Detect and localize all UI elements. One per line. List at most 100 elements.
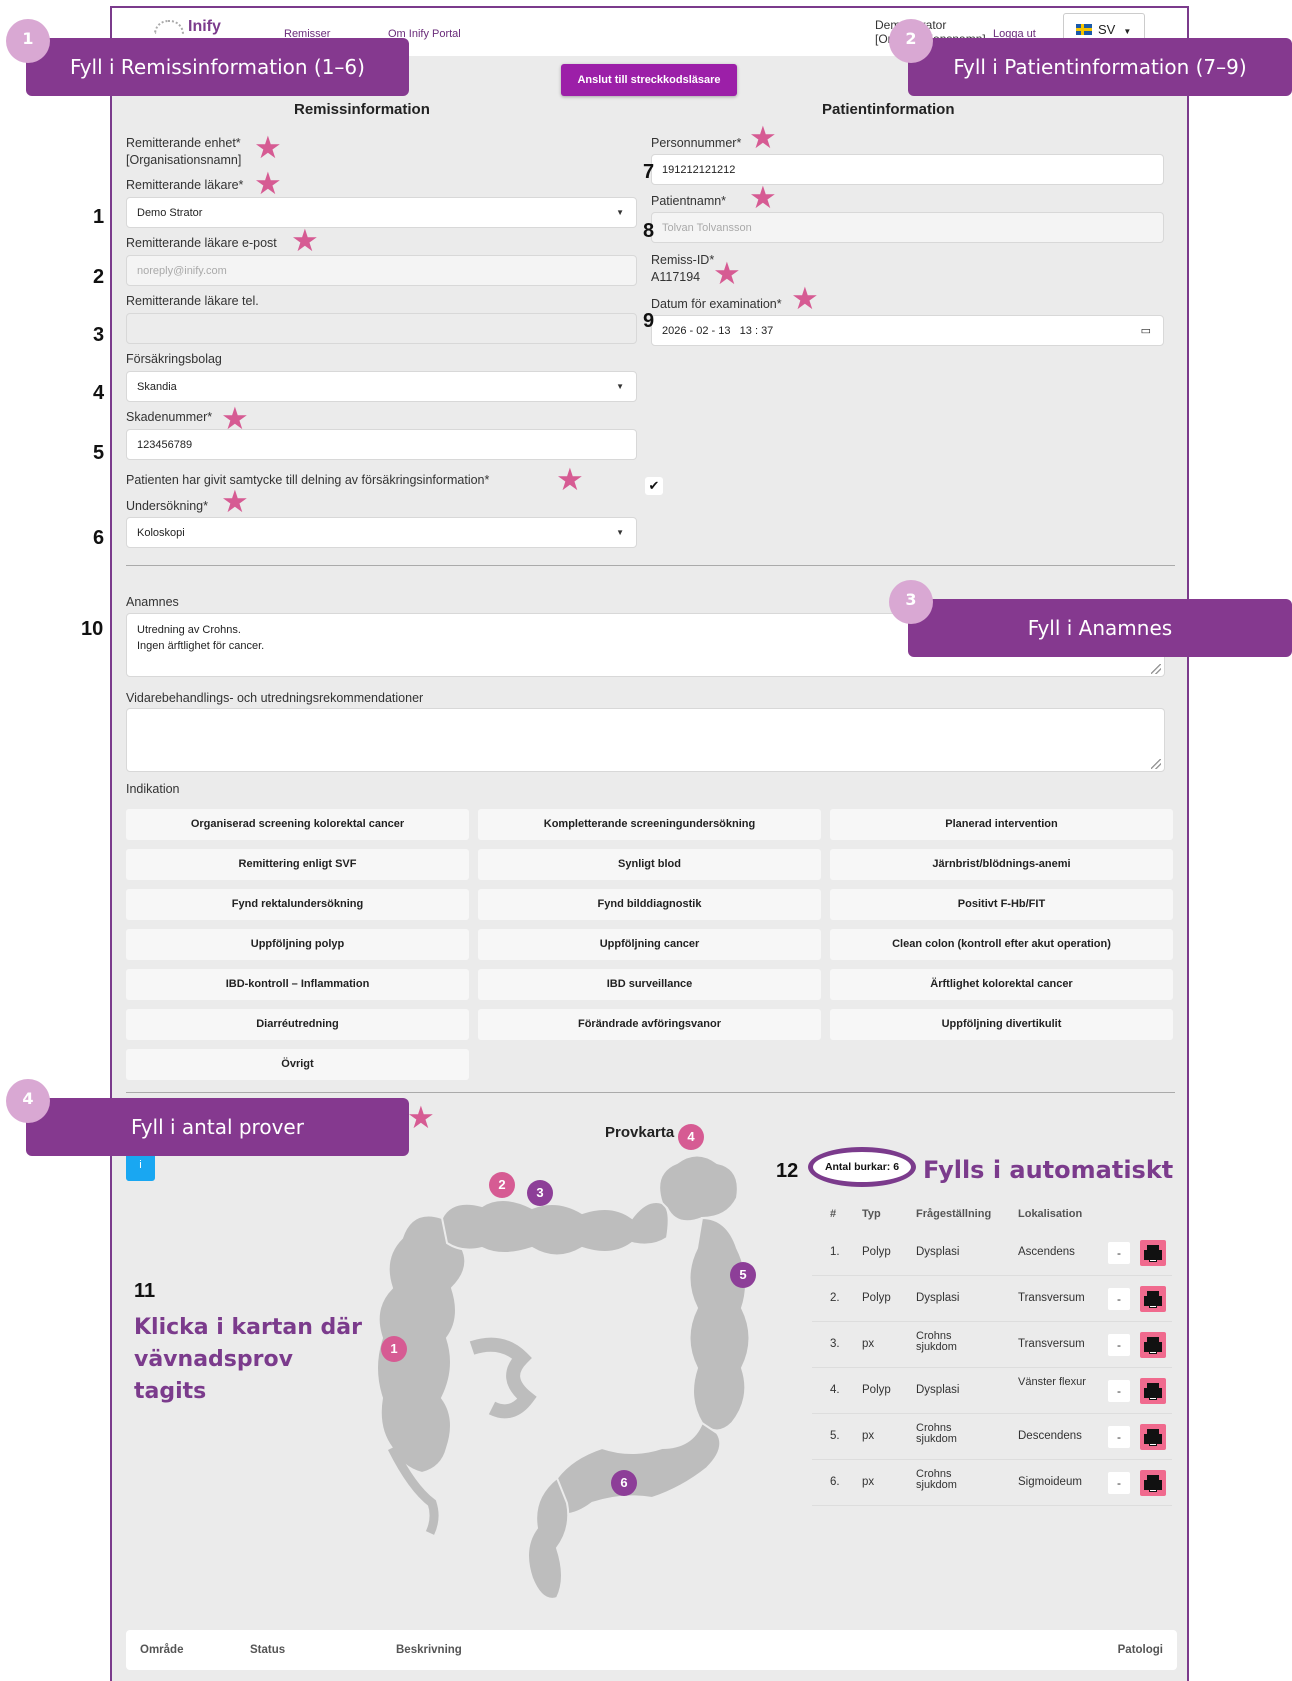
remiss-id-label: Remiss-ID* [651,253,715,267]
remove-sample-button[interactable]: - [1108,1380,1130,1402]
bottom-table-header: Område Status Beskrivning Patologi [126,1630,1177,1670]
indikation-option[interactable]: Synligt blod [478,849,821,880]
sample-marker-2[interactable]: 2 [489,1172,515,1198]
sample-marker-4[interactable]: 4 [678,1124,704,1150]
table-row: 6. px Crohns sjukdom Sigmoideum - [812,1460,1172,1506]
indikation-option[interactable]: Uppföljning divertikulit [830,1009,1173,1040]
row-typ: Polyp [862,1292,891,1304]
email-field[interactable]: noreply@inify.com [126,255,637,286]
doctor-select[interactable]: Demo Strator ▼ [126,197,637,228]
row-number: 3. [830,1338,840,1350]
print-icon[interactable] [1140,1240,1166,1266]
claim-label: Skadenummer* [126,410,213,424]
row-number: 5. [830,1430,840,1442]
colon-map[interactable] [372,1148,782,1618]
callout-1: Fyll i Remissinformation (1–6) [26,38,409,96]
claim-field[interactable]: 123456789 [126,429,637,460]
annotation-12: 12 [776,1160,799,1182]
indikation-option[interactable]: Uppföljning polyp [126,929,469,960]
row-number: 1. [830,1246,840,1258]
antal-burkar-badge: Antal burkar: 6 [808,1147,916,1187]
table-row: 3. px Crohns sjukdom Transversum - [812,1322,1172,1368]
required-star-icon: ★ [791,281,819,316]
remove-sample-button[interactable]: - [1108,1242,1130,1264]
field-number-10: 10 [81,618,104,640]
remiss-id-value: A117194 [651,270,701,284]
inify-logo[interactable]: Inify [154,18,221,36]
indikation-option[interactable]: Ärftlighet kolorektal cancer [830,969,1173,1000]
field-number-9: 9 [643,310,655,332]
phone-label: Remitterande läkare tel. [126,294,259,308]
row-lokalisation: Descendens [1018,1430,1082,1442]
remove-sample-button[interactable]: - [1108,1334,1130,1356]
connect-scanner-button[interactable]: Anslut till streckkodsläsare [561,64,737,96]
row-lokalisation: Sigmoideum [1018,1476,1082,1488]
resize-grip-icon[interactable] [1151,664,1161,674]
sample-marker-5[interactable]: 5 [730,1262,756,1288]
remove-sample-button[interactable]: - [1108,1426,1130,1448]
field-number-5: 5 [93,442,105,464]
remove-sample-button[interactable]: - [1108,1288,1130,1310]
patient-name-field[interactable]: Tolvan Tolvansson [651,212,1164,243]
required-star-icon: ★ [713,256,741,291]
field-number-6: 6 [93,527,105,549]
calendar-icon[interactable]: ▭ [1141,324,1151,337]
resize-grip-icon[interactable] [1151,759,1161,769]
required-star-icon: ★ [254,130,282,165]
row-typ: Polyp [862,1384,891,1396]
indikation-option[interactable]: IBD-kontroll – Inflammation [126,969,469,1000]
print-icon[interactable] [1140,1286,1166,1312]
recommendation-textarea[interactable] [126,708,1165,772]
print-icon[interactable] [1140,1424,1166,1450]
row-fragestallning: Dysplasi [916,1246,960,1258]
row-fragestallning: Crohns sjukdom [916,1468,957,1491]
indikation-option[interactable]: Diarréutredning [126,1009,469,1040]
patient-title: Patientinformation [822,101,955,118]
indikation-option[interactable]: Clean colon (kontroll efter akut operati… [830,929,1173,960]
sample-marker-1[interactable]: 1 [381,1336,407,1362]
doctor-label: Remitterande läkare* [126,178,244,192]
pnr-field[interactable]: 191212121212 [651,154,1164,185]
insurer-select[interactable]: Skandia ▼ [126,371,637,402]
indikation-option[interactable]: Järnbrist/blödnings-anemi [830,849,1173,880]
sample-marker-3[interactable]: 3 [527,1180,553,1206]
field-number-3: 3 [93,324,105,346]
consent-checkbox[interactable]: ✔ [645,477,663,495]
app-window: Inify Remisser Om Inify Portal Demo Stra… [110,6,1189,1681]
sample-marker-6[interactable]: 6 [611,1470,637,1496]
print-icon[interactable] [1140,1332,1166,1358]
indikation-option[interactable]: Positivt F-Hb/FIT [830,889,1173,920]
indikation-option[interactable]: Planerad intervention [830,809,1173,840]
indikation-option[interactable]: Kompletterande screeningundersökning [478,809,821,840]
pnr-label: Personnummer* [651,136,742,150]
insurer-label: Försäkringsbolag [126,352,222,366]
required-star-icon: ★ [221,401,249,436]
required-star-icon: ★ [291,223,319,258]
row-typ: Polyp [862,1246,891,1258]
table-row: 4. Polyp Dysplasi Vänster flexur - [812,1368,1172,1414]
indikation-option[interactable]: Förändrade avföringsvanor [478,1009,821,1040]
col-beskrivning: Beskrivning [396,1644,462,1656]
exam-select[interactable]: Koloskopi ▼ [126,517,637,548]
print-icon[interactable] [1140,1378,1166,1404]
required-star-icon: ★ [221,484,249,519]
callout-2-badge: 2 [889,19,933,63]
indikation-option[interactable]: Remittering enligt SVF [126,849,469,880]
date-field[interactable]: 2026 - 02 - 13 13 : 37 ▭ [651,315,1164,346]
phone-field[interactable] [126,313,637,344]
field-number-8: 8 [643,220,655,242]
field-number-4: 4 [93,382,105,404]
remove-sample-button[interactable]: - [1108,1472,1130,1494]
indikation-option[interactable]: Organiserad screening kolorektal cancer [126,809,469,840]
row-lokalisation: Transversum [1018,1338,1085,1350]
field-number-2: 2 [93,266,105,288]
logo-sun-icon [154,19,184,34]
callout-4: Fyll i antal prover [26,1098,409,1156]
indikation-option[interactable]: IBD surveillance [478,969,821,1000]
indikation-option[interactable]: Fynd bilddiagnostik [478,889,821,920]
field-number-1: 1 [93,206,105,228]
print-icon[interactable] [1140,1470,1166,1496]
indikation-option[interactable]: Uppföljning cancer [478,929,821,960]
indikation-option[interactable]: Övrigt [126,1049,469,1080]
indikation-option[interactable]: Fynd rektalundersökning [126,889,469,920]
